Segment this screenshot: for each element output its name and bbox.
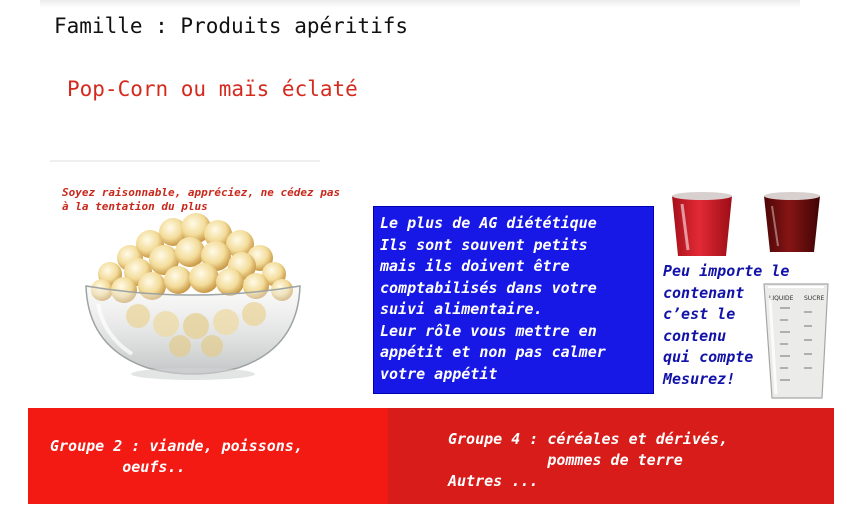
info-line: votre appétit — [380, 364, 498, 383]
food-groups-band: Groupe 2 : viande, poissons, oeufs.. Gro… — [28, 408, 834, 504]
popcorn-bowl-image — [85, 213, 301, 380]
group-2-text: Groupe 2 : viande, poissons, oeufs.. — [50, 437, 303, 476]
divider — [50, 160, 320, 162]
note-line: c’est le — [663, 305, 736, 323]
info-line: comptabilisés dans votre — [380, 278, 597, 297]
family-title: Famille : Produits apéritifs — [54, 14, 409, 38]
container-note: Peu importe le contenant c’est le conten… — [663, 261, 790, 390]
group-2-panel: Groupe 2 : viande, poissons, oeufs.. — [28, 408, 388, 504]
info-line: mais ils doivent être — [380, 257, 570, 275]
note-line: contenu — [663, 326, 727, 345]
info-line: Ils sont souvent petits — [380, 235, 588, 254]
info-line: appétit et non pas calmer — [380, 343, 606, 361]
note-line: Mesurez! — [663, 369, 736, 388]
info-line: suivi alimentaire. — [380, 300, 543, 318]
product-title: Pop-Corn ou maïs éclaté — [67, 77, 358, 101]
note-line: qui compte — [663, 348, 754, 366]
measure-label-sugar: SUCRE — [804, 295, 825, 302]
drink-cups-image — [672, 192, 820, 256]
diet-info-box: Le plus de AG diététique Ils sont souven… — [373, 206, 654, 394]
note-line: contenant — [663, 283, 745, 302]
top-shade — [40, 0, 800, 8]
info-line: Le plus de AG diététique — [380, 214, 597, 232]
info-line: Leur rôle vous mettre en — [380, 321, 597, 340]
others-text: Autres ... — [448, 472, 539, 490]
note-line: Peu importe le — [663, 262, 790, 280]
group-4-panel: Groupe 4 : céréales et dérivés, pommes d… — [388, 408, 834, 504]
group-4-text: Groupe 4 : céréales et dérivés, pommes d… — [448, 430, 728, 469]
